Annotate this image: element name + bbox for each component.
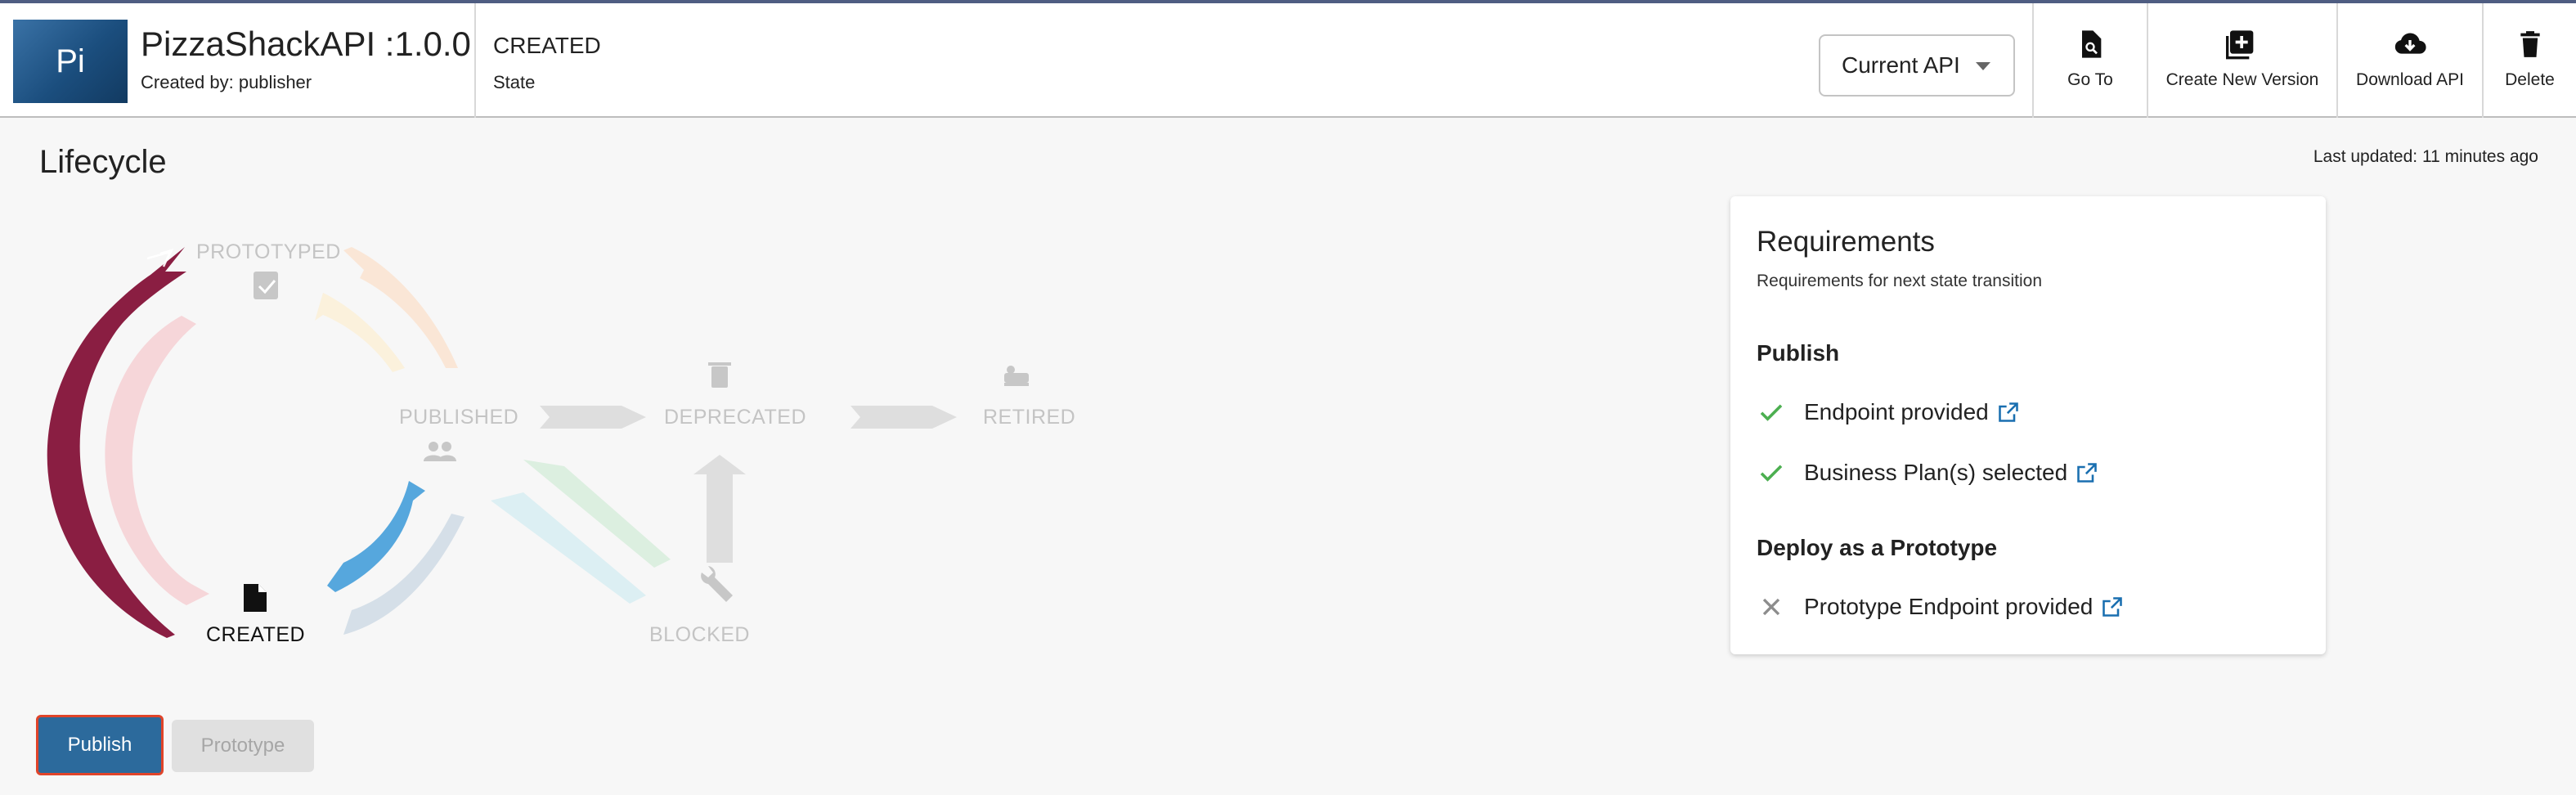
trash-icon: [708, 362, 731, 388]
prototype-button[interactable]: Prototype: [172, 720, 314, 772]
publish-button[interactable]: Publish: [36, 715, 164, 775]
trash-icon: [2520, 31, 2540, 57]
people-icon: [424, 442, 456, 461]
arrow-deprecated-to-retired: [850, 406, 957, 429]
api-state-label: State: [493, 72, 536, 92]
goto-button[interactable]: Go To: [2034, 3, 2147, 118]
search-document-icon: [2082, 30, 2102, 58]
add-box-icon: [2226, 30, 2254, 60]
requirement-label: Business Plan(s) selected: [1804, 460, 2068, 485]
version-select-value: Current API: [1842, 52, 1960, 78]
requirement-item: Business Plan(s) selected: [1757, 458, 2098, 487]
requirements-title: Requirements: [1757, 226, 1935, 258]
create-new-version-button[interactable]: Create New Version: [2148, 3, 2336, 118]
arrow-prototyped-to-created: [105, 316, 209, 605]
requirement-label: Prototype Endpoint provided: [1804, 594, 2094, 619]
lifecycle-arrows: [47, 247, 1029, 638]
requirement-item: Endpoint provided: [1757, 398, 2020, 427]
api-title: PizzaShackAPI :1.0.0: [141, 25, 471, 63]
requirements-subtitle: Requirements for next state transition: [1757, 272, 2043, 290]
state-published: PUBLISHED: [399, 406, 519, 429]
cloud-download-icon: [2394, 33, 2426, 54]
download-api-label: Download API: [2356, 70, 2464, 89]
retired-bed-icon: [1004, 366, 1029, 386]
clipboard-check-icon: [254, 272, 278, 299]
state-created: CREATED: [206, 623, 306, 646]
arrow-published-to-deprecated: [540, 406, 646, 429]
wrench-icon: [701, 566, 733, 602]
open-in-new-icon[interactable]: [2101, 595, 2124, 618]
arrow-blocked-to-published: [491, 492, 646, 604]
api-created-by: Created by: publisher: [141, 72, 312, 92]
open-in-new-icon[interactable]: [2076, 461, 2098, 484]
requirement-label: Endpoint provided: [1804, 399, 1989, 424]
delete-label: Delete: [2505, 70, 2555, 89]
header-divider: [474, 3, 476, 118]
check-icon: [1760, 404, 1783, 421]
api-header: Pi PizzaShackAPI :1.0.0 Created by: publ…: [0, 0, 2576, 118]
arrow-prototyped-to-published: [343, 247, 458, 368]
last-updated: Last updated: 11 minutes ago: [2313, 147, 2538, 166]
requirement-section-title: Deploy as a Prototype: [1757, 535, 1998, 560]
document-icon: [244, 584, 267, 612]
lifecycle-diagram: PROTOTYPED PUBLISHED DEPRECATED RETIRED …: [0, 196, 1145, 687]
delete-button[interactable]: Delete: [2484, 3, 2576, 118]
requirement-item: Prototype Endpoint provided: [1757, 592, 2124, 622]
check-icon: [1760, 465, 1783, 482]
state-deprecated: DEPRECATED: [664, 406, 807, 429]
arrow-blocked-to-deprecated: [693, 455, 746, 563]
page-title: Lifecycle: [39, 144, 167, 180]
requirements-card: Requirements Requirements for next state…: [1730, 196, 2326, 654]
arrow-published-to-prototyped: [315, 293, 405, 372]
goto-label: Go To: [2067, 70, 2113, 89]
requirement-section-title: Publish: [1757, 340, 1840, 366]
state-retired: RETIRED: [983, 406, 1076, 429]
open-in-new-icon[interactable]: [1997, 401, 2020, 424]
chevron-down-icon: [1976, 62, 1990, 70]
state-prototyped: PROTOTYPED: [196, 240, 341, 263]
create-new-version-label: Create New Version: [2165, 70, 2319, 89]
download-api-button[interactable]: Download API: [2338, 3, 2482, 118]
state-blocked: BLOCKED: [649, 623, 750, 646]
close-icon: [1762, 598, 1780, 616]
api-state-value: CREATED: [493, 33, 601, 58]
version-select[interactable]: Current API: [1819, 34, 2015, 97]
api-avatar: Pi: [13, 20, 128, 103]
